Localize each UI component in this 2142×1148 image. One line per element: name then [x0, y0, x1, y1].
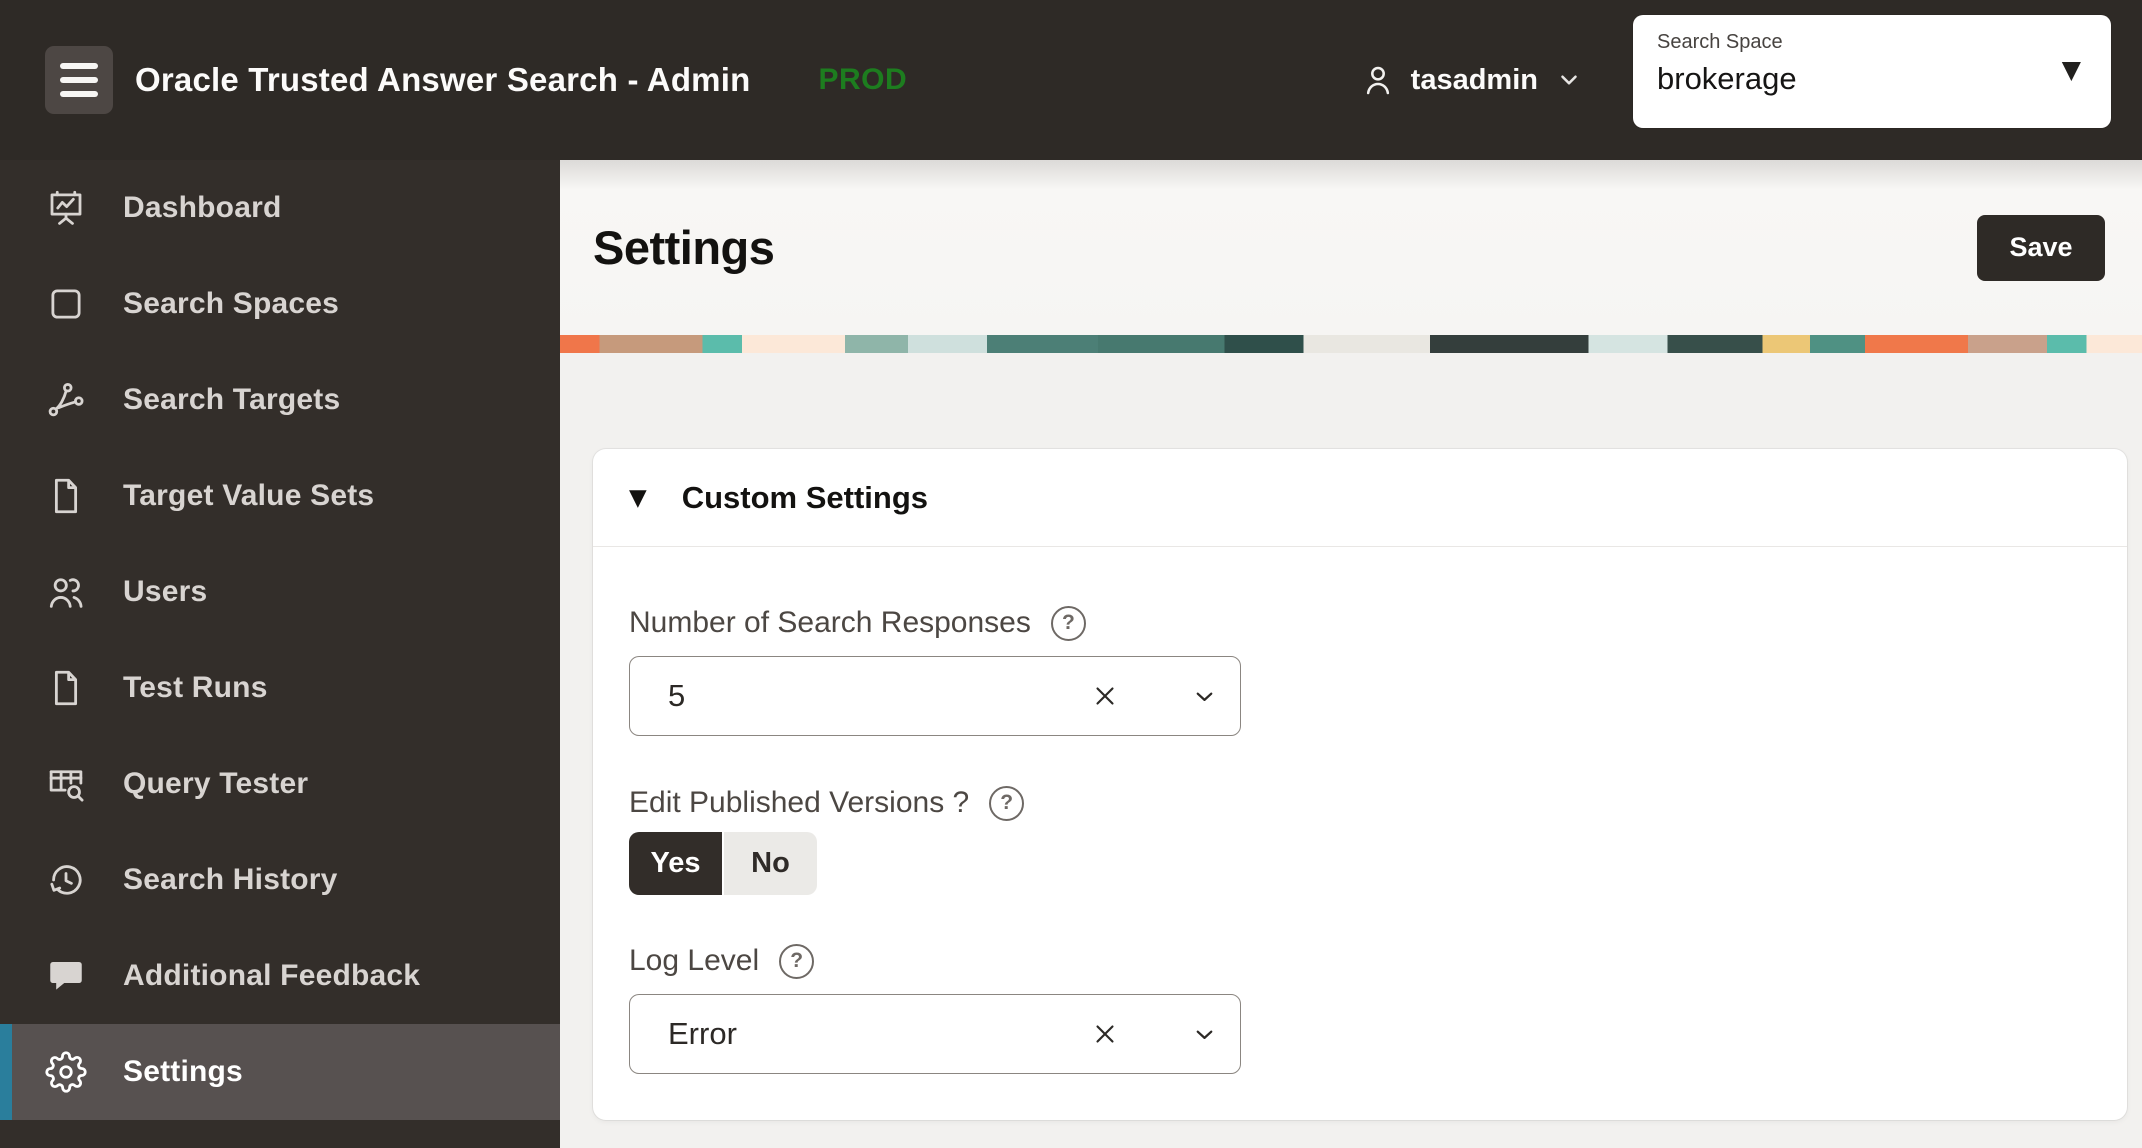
- sidebar-item-users[interactable]: Users: [0, 544, 560, 640]
- page-title: Settings: [593, 220, 774, 275]
- search-space-selector[interactable]: Search Space brokerage ▼: [1633, 15, 2111, 128]
- dropdown-caret-icon: ▼: [2062, 55, 2081, 84]
- main-content: Settings Save ▼ Custom Settings Number o…: [560, 160, 2142, 1148]
- sidebar-item-test-runs[interactable]: Test Runs: [0, 640, 560, 736]
- user-menu[interactable]: tasadmin: [1359, 0, 1582, 160]
- app-header: Oracle Trusted Answer Search - Admin PRO…: [0, 0, 2142, 160]
- toggle-yes-button[interactable]: Yes: [629, 832, 724, 895]
- sidebar-item-label: Settings: [123, 1055, 243, 1089]
- help-icon[interactable]: ?: [779, 944, 814, 979]
- selected-accent-bar: [0, 1024, 12, 1120]
- document-icon: [45, 667, 87, 709]
- hamburger-menu-button[interactable]: [45, 46, 113, 114]
- field-label-row: Edit Published Versions ? ?: [629, 782, 2091, 824]
- collapse-caret-icon: ▼: [629, 485, 647, 511]
- chat-bubble-icon: [45, 955, 87, 997]
- custom-settings-panel: ▼ Custom Settings Number of Search Respo…: [593, 449, 2127, 1120]
- sidebar-item-settings[interactable]: Settings: [0, 1024, 560, 1120]
- sidebar-item-label: Additional Feedback: [123, 959, 420, 993]
- hamburger-icon: [60, 63, 98, 69]
- sidebar-item-search-spaces[interactable]: Search Spaces: [0, 256, 560, 352]
- table-search-icon: [45, 763, 87, 805]
- environment-badge: PROD: [818, 63, 907, 97]
- users-icon: [45, 571, 87, 613]
- sidebar-item-label: Search Spaces: [123, 287, 339, 321]
- sidebar-item-search-targets[interactable]: Search Targets: [0, 352, 560, 448]
- page-header: Settings Save: [560, 160, 2142, 335]
- decorative-banner: [560, 335, 2142, 353]
- save-button[interactable]: Save: [1977, 215, 2105, 281]
- user-name: tasadmin: [1411, 64, 1538, 97]
- panel-collapse-header[interactable]: ▼ Custom Settings: [593, 449, 2127, 547]
- sidebar-item-label: Users: [123, 575, 207, 609]
- field-label-row: Number of Search Responses ?: [629, 602, 2091, 644]
- help-icon[interactable]: ?: [989, 786, 1024, 821]
- sidebar-item-additional-feedback[interactable]: Additional Feedback: [0, 928, 560, 1024]
- edit-published-toggle: Yes No: [629, 832, 817, 895]
- panel-title: Custom Settings: [682, 480, 928, 516]
- sidebar-item-search-history[interactable]: Search History: [0, 832, 560, 928]
- dashboard-icon: [45, 187, 87, 229]
- help-icon[interactable]: ?: [1051, 606, 1086, 641]
- history-clock-icon: [45, 859, 87, 901]
- field-label: Number of Search Responses: [629, 606, 1031, 640]
- sidebar-item-label: Search Targets: [123, 383, 340, 417]
- chevron-down-icon[interactable]: [1191, 1021, 1218, 1048]
- sidebar-item-label: Search History: [123, 863, 338, 897]
- chevron-down-icon[interactable]: [1191, 683, 1218, 710]
- search-space-label: Search Space: [1657, 31, 2087, 54]
- sidebar-item-label: Query Tester: [123, 767, 308, 801]
- sidebar-item-label: Target Value Sets: [123, 479, 374, 513]
- sidebar: Dashboard Search Spaces Search Targets T…: [0, 160, 560, 1148]
- chevron-down-icon: [1556, 67, 1582, 93]
- panel-body: Number of Search Responses ?: [593, 547, 2127, 1074]
- branch-nodes-icon: [45, 379, 87, 421]
- square-icon: [45, 283, 87, 325]
- app-title: Oracle Trusted Answer Search - Admin: [135, 61, 750, 99]
- field-label: Log Level: [629, 944, 759, 978]
- sidebar-item-query-tester[interactable]: Query Tester: [0, 736, 560, 832]
- document-icon: [45, 475, 87, 517]
- sidebar-item-label: Test Runs: [123, 671, 268, 705]
- search-responses-combobox: [629, 656, 1241, 736]
- search-responses-input[interactable]: [630, 657, 1070, 735]
- gear-icon: [45, 1051, 87, 1093]
- log-level-combobox: [629, 994, 1241, 1074]
- sidebar-item-target-value-sets[interactable]: Target Value Sets: [0, 448, 560, 544]
- clear-icon[interactable]: [1090, 1019, 1120, 1049]
- toggle-no-button[interactable]: No: [724, 832, 817, 895]
- clear-icon[interactable]: [1090, 681, 1120, 711]
- search-space-value: brokerage: [1657, 61, 2087, 97]
- sidebar-item-dashboard[interactable]: Dashboard: [0, 160, 560, 256]
- field-label-row: Log Level ?: [629, 940, 2091, 982]
- log-level-input[interactable]: [630, 995, 1070, 1073]
- sidebar-item-label: Dashboard: [123, 191, 282, 225]
- field-label: Edit Published Versions ?: [629, 786, 969, 820]
- person-icon: [1359, 61, 1397, 99]
